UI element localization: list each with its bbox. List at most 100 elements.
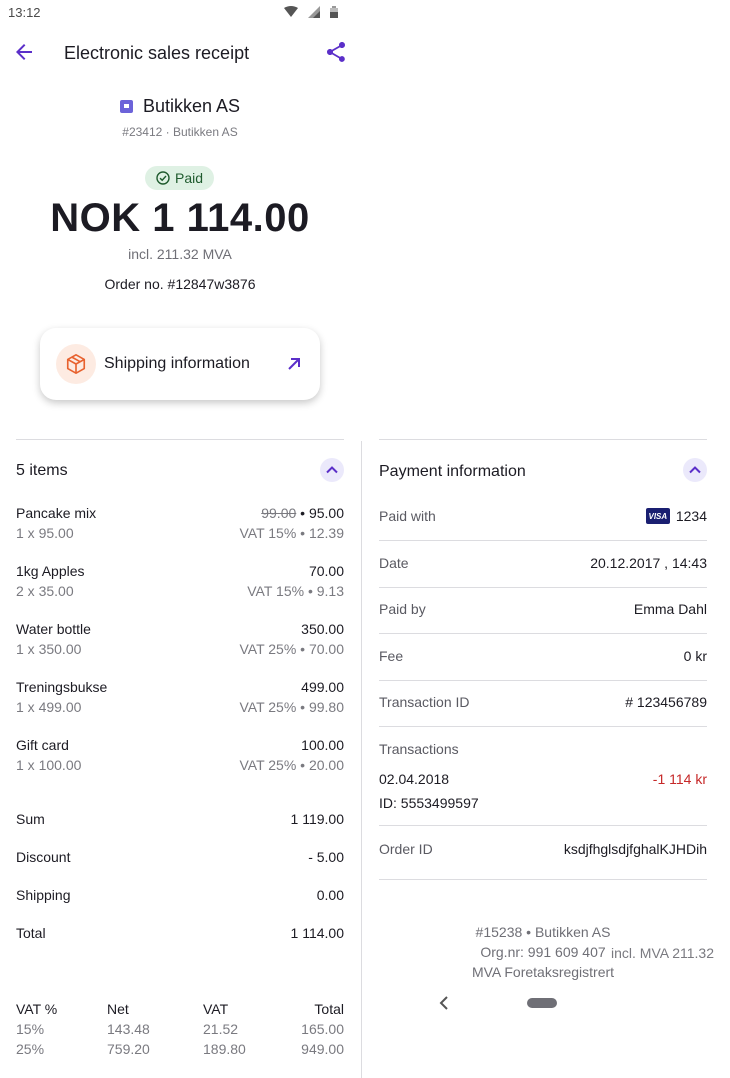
- payment-section-title: Payment information: [379, 463, 526, 480]
- transaction-date: 02.04.2018: [379, 771, 450, 787]
- total-value: 1 114.00: [290, 925, 344, 941]
- shipping-cost-value: 0.00: [316, 887, 344, 903]
- vat-table-header: VAT % Net VAT Total: [16, 1001, 344, 1021]
- item-price: 99.00 • 95.00: [261, 505, 344, 521]
- vat-cell: 165.00: [301, 1021, 344, 1037]
- date-value: 20.12.2017 , 14:43: [590, 555, 707, 571]
- merchant-subtitle: #23412 · Butikken AS: [122, 125, 238, 139]
- status-time: 13:12: [8, 5, 41, 20]
- card-last-digits: 1234: [675, 508, 707, 524]
- vat-cell: 15%: [16, 1021, 45, 1037]
- transaction-id-row: Transaction ID # 123456789: [379, 681, 707, 727]
- nav-home-pill[interactable]: [527, 998, 557, 1008]
- collapse-items-button[interactable]: [320, 458, 344, 482]
- footer-org-nr: Org.nr: 991 609 407: [480, 944, 606, 960]
- collapse-payment-button[interactable]: [683, 458, 707, 482]
- sum-label: Sum: [16, 811, 45, 827]
- vat-header-percent: VAT %: [16, 1001, 58, 1017]
- item-name: 1kg Apples: [16, 563, 85, 579]
- item-quantity: 1 x 100.00: [16, 757, 82, 773]
- share-button[interactable]: [324, 40, 348, 64]
- footer-merchant: #15238 • Butikken AS: [475, 924, 611, 940]
- items-section-title: 5 items: [16, 462, 68, 479]
- fee-value: 0 kr: [683, 648, 707, 664]
- date-label: Date: [379, 555, 409, 571]
- item-name: Water bottle: [16, 621, 91, 637]
- check-circle-icon: [156, 171, 170, 185]
- total-amount: NOK 1 114.00: [50, 196, 310, 240]
- item-price: 499.00: [301, 679, 344, 695]
- column-separator: [361, 441, 362, 1078]
- battery-icon: [330, 6, 338, 18]
- merchant-name: Butikken AS: [142, 96, 241, 116]
- item-name: Pancake mix: [16, 505, 97, 521]
- back-button[interactable]: [12, 40, 36, 64]
- paid-with-label: Paid with: [379, 508, 436, 524]
- item-price: 70.00: [308, 563, 344, 579]
- status-bar: 13:12: [0, 0, 730, 26]
- fee-row: Fee 0 kr: [379, 635, 707, 681]
- vat-table: VAT % Net VAT Total 15% 143.48 21.52 165…: [16, 1001, 344, 1061]
- order-number: Order no. #12847w3876: [104, 276, 256, 292]
- signal-icon: [308, 6, 320, 18]
- transactions-row: Transactions 02.04.2018 -1 114 kr ID: 55…: [379, 728, 707, 826]
- item-vat: VAT 15% • 12.39: [239, 525, 344, 541]
- list-item: Treningsbukse 1 x 499.00 499.00 VAT 25% …: [16, 679, 344, 723]
- order-id-row: Order ID ksdjfhglsdjfghalKJHDih: [379, 827, 707, 880]
- status-icons: [284, 6, 338, 18]
- paid-by-row: Paid by Emma Dahl: [379, 588, 707, 634]
- list-item: Water bottle 1 x 350.00 350.00 VAT 25% •…: [16, 621, 344, 665]
- item-quantity: 2 x 35.00: [16, 583, 74, 599]
- item-quantity: 1 x 350.00: [16, 641, 82, 657]
- item-vat: VAT 25% • 20.00: [239, 757, 344, 773]
- chevron-up-icon: [326, 466, 338, 474]
- item-discounted-price: • 95.00: [300, 505, 344, 521]
- paid-by-label: Paid by: [379, 601, 426, 617]
- list-item: 1kg Apples 2 x 35.00 70.00 VAT 15% • 9.1…: [16, 563, 344, 607]
- page-title: Electronic sales receipt: [64, 43, 250, 63]
- list-item: Gift card 1 x 100.00 100.00 VAT 25% • 20…: [16, 737, 344, 781]
- chevron-left-icon: [439, 996, 448, 1010]
- divider: [379, 439, 707, 440]
- order-id-label: Order ID: [379, 841, 433, 857]
- item-vat: VAT 15% • 9.13: [247, 583, 344, 599]
- vat-header-vat: VAT: [203, 1001, 229, 1017]
- package-icon: [66, 354, 86, 374]
- vat-cell: 21.52: [203, 1021, 239, 1037]
- order-id-value: ksdjfhglsdjfghalKJHDih: [563, 841, 707, 857]
- share-icon: [327, 42, 345, 62]
- item-name: Gift card: [16, 737, 69, 753]
- arrow-outward-icon: [288, 358, 300, 370]
- status-badge-label: Paid: [174, 170, 204, 186]
- shipping-label: Shipping information: [104, 355, 250, 372]
- vat-cell: 759.20: [107, 1041, 150, 1057]
- paid-with-row: Paid with VISA 1234: [379, 495, 707, 541]
- divider: [16, 439, 344, 440]
- footer-mva: MVA Foretaksregistrert: [471, 964, 615, 980]
- shipping-cost-label: Shipping: [16, 887, 71, 903]
- app-bar: Electronic sales receipt: [0, 26, 360, 80]
- list-item: Pancake mix 1 x 95.00 99.00 • 95.00 VAT …: [16, 505, 344, 549]
- shipping-information-button[interactable]: Shipping information: [40, 328, 320, 400]
- discount-value: - 5.00: [308, 849, 344, 865]
- vat-cell: 949.00: [301, 1041, 344, 1057]
- item-quantity: 1 x 499.00: [16, 699, 82, 715]
- item-quantity: 1 x 95.00: [16, 525, 74, 541]
- vat-header-net: Net: [107, 1001, 129, 1017]
- store-icon: [119, 100, 133, 113]
- merchant-header: Butikken AS #23412 · Butikken AS: [0, 96, 360, 139]
- vat-cell: 143.48: [107, 1021, 150, 1037]
- item-vat: VAT 25% • 70.00: [239, 641, 344, 657]
- item-original-price: 99.00: [261, 505, 297, 521]
- total-label: Total: [16, 925, 46, 941]
- table-row: 15% 143.48 21.52 165.00: [16, 1021, 344, 1041]
- nav-back-button[interactable]: [437, 994, 451, 1017]
- vat-cell: 25%: [16, 1041, 45, 1057]
- transaction-id-value: # 123456789: [625, 694, 707, 710]
- transaction-id: ID: 5553499597: [379, 795, 479, 811]
- transactions-label: Transactions: [379, 741, 459, 757]
- wifi-icon: [284, 6, 298, 17]
- status-badge: Paid: [145, 166, 214, 190]
- transaction-amount: -1 114 kr: [652, 771, 707, 787]
- amount-incl-mva: incl. 211.32 MVA: [128, 246, 232, 262]
